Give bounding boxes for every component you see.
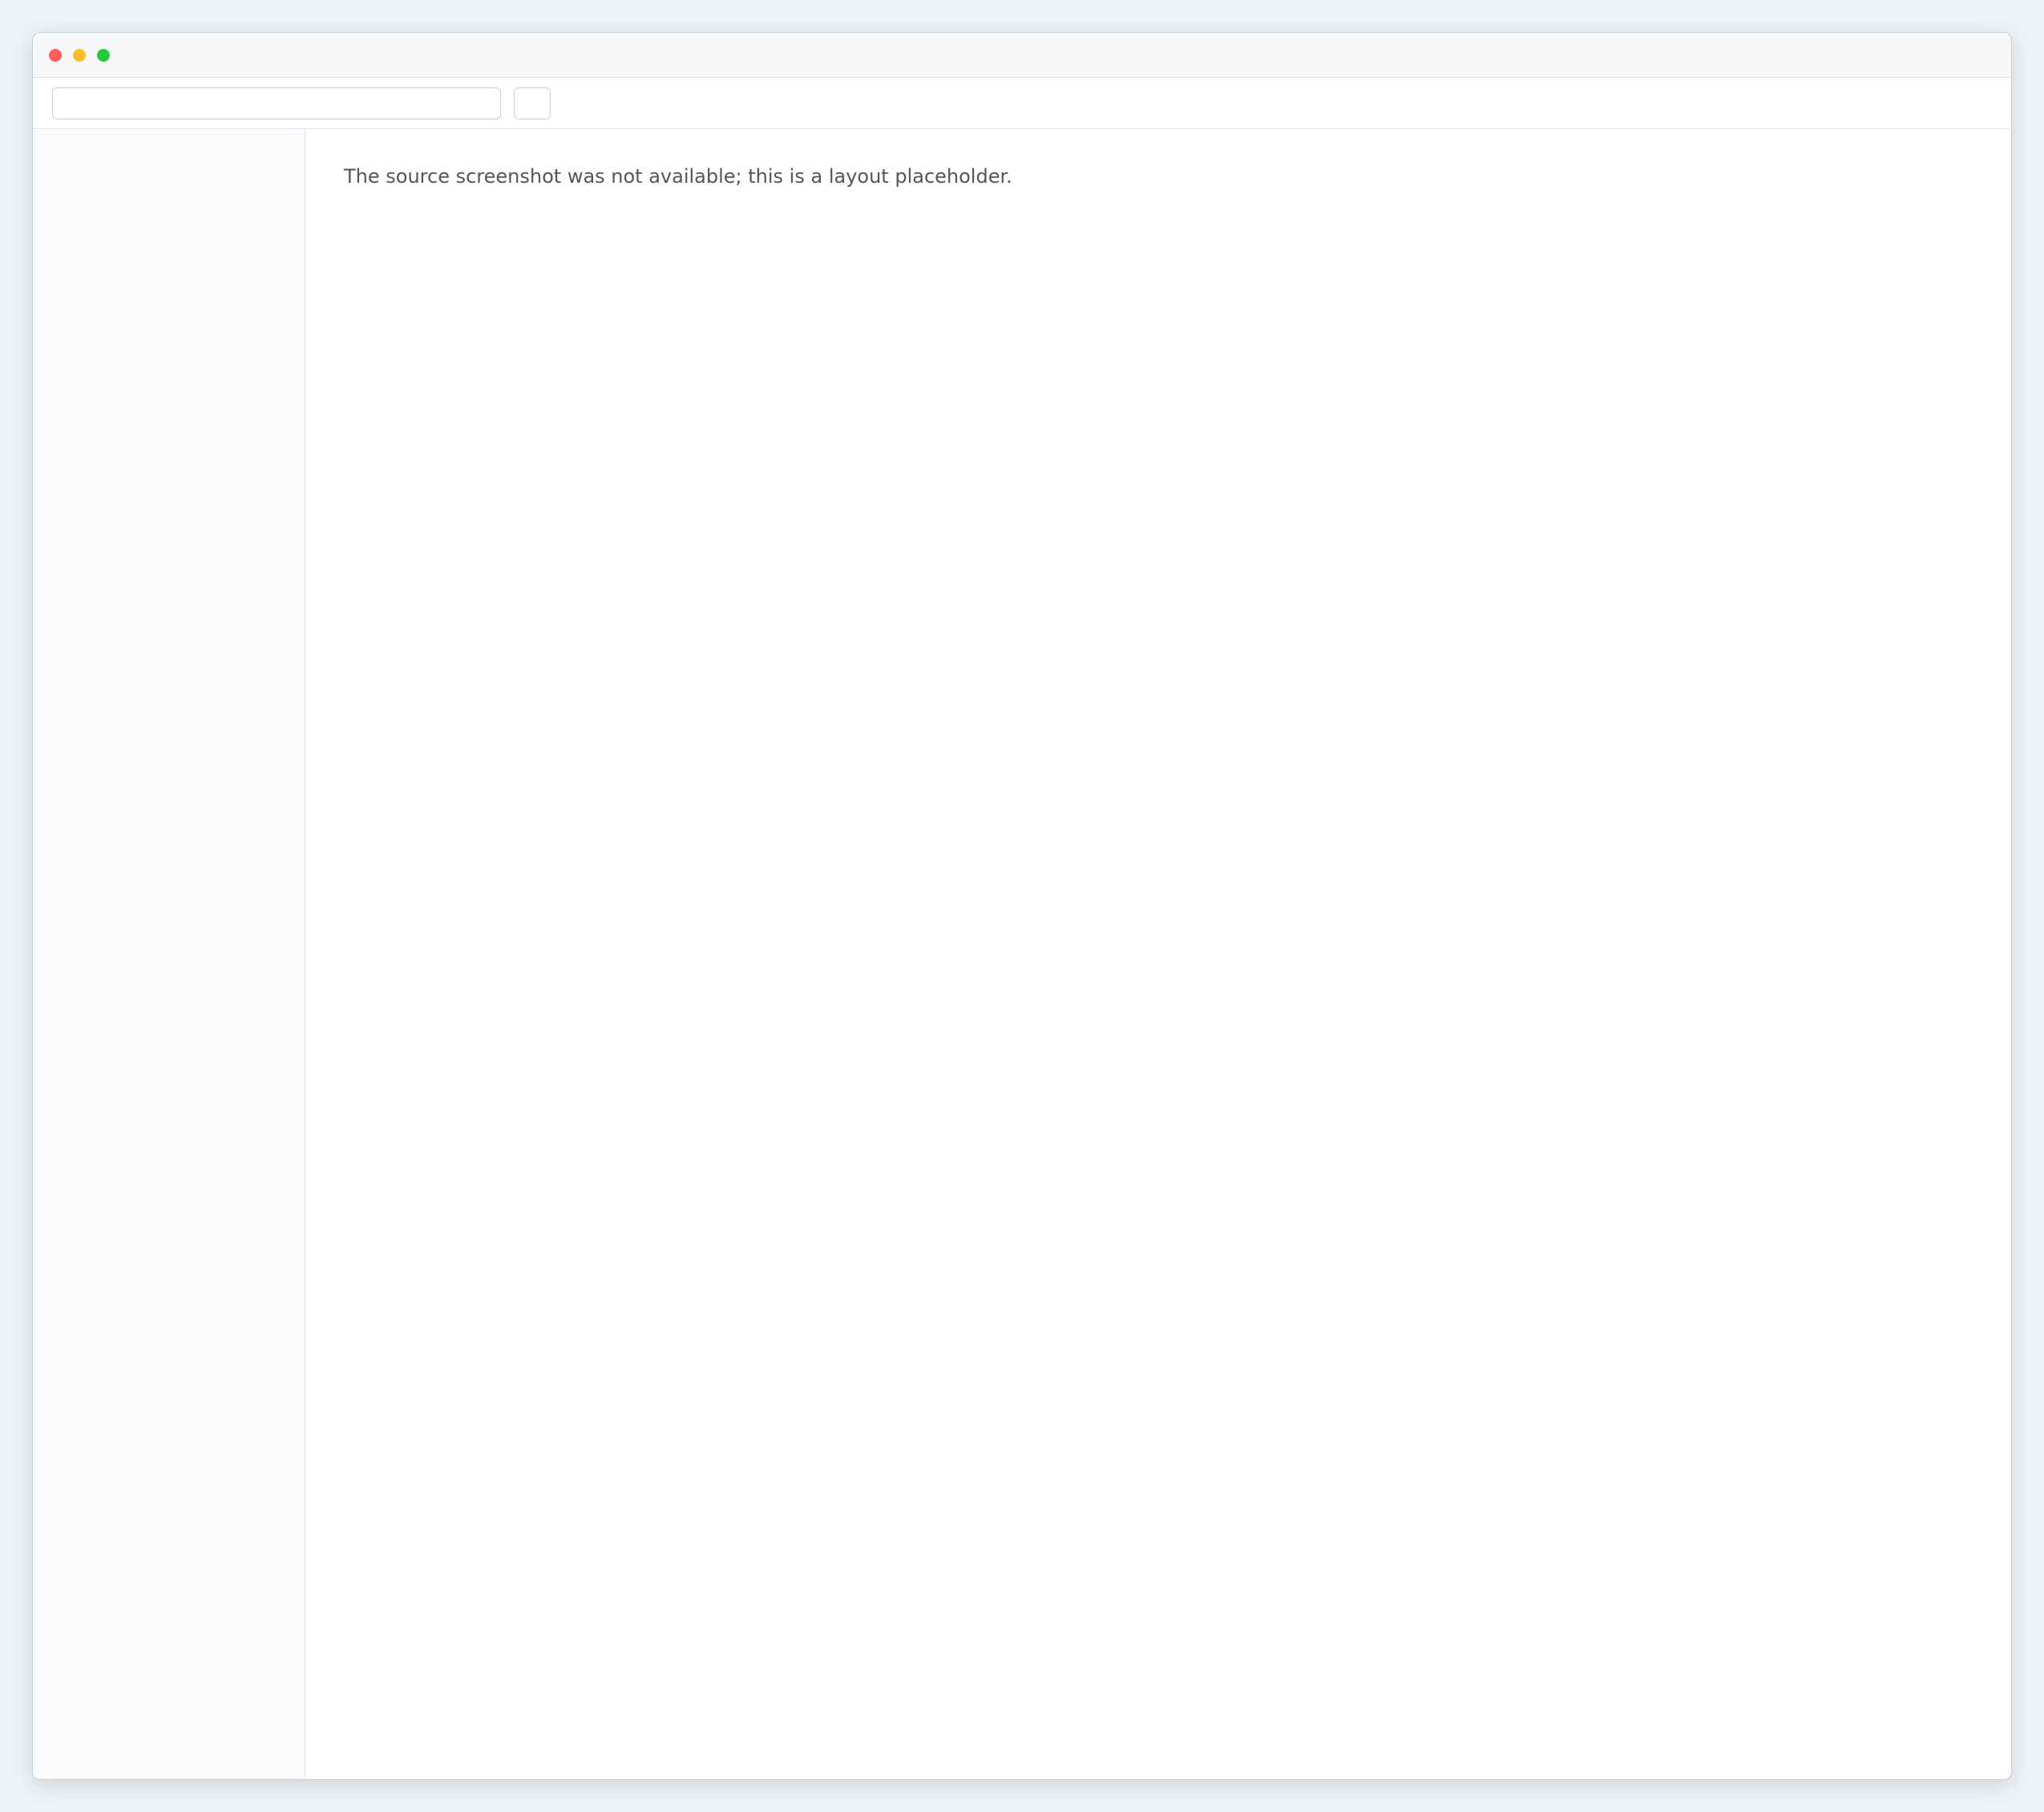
placeholder-notice: The source screenshot was not available;… — [344, 165, 1012, 188]
content-panel: The source screenshot was not available;… — [305, 129, 2011, 1779]
sidebar-item[interactable] — [33, 145, 305, 168]
search-input[interactable] — [52, 87, 501, 119]
app-window: The source screenshot was not available;… — [32, 32, 2012, 1780]
main-area: The source screenshot was not available;… — [33, 129, 2011, 1779]
maximize-icon[interactable] — [97, 48, 110, 62]
minimize-icon[interactable] — [73, 48, 86, 62]
sidebar-item[interactable] — [33, 212, 305, 235]
sidebar-item[interactable] — [33, 190, 305, 212]
title-bar — [33, 33, 2011, 78]
primary-button[interactable] — [514, 87, 551, 119]
sidebar — [33, 129, 305, 1779]
sidebar-item[interactable] — [33, 168, 305, 190]
close-icon[interactable] — [49, 48, 62, 62]
toolbar — [33, 78, 2011, 129]
